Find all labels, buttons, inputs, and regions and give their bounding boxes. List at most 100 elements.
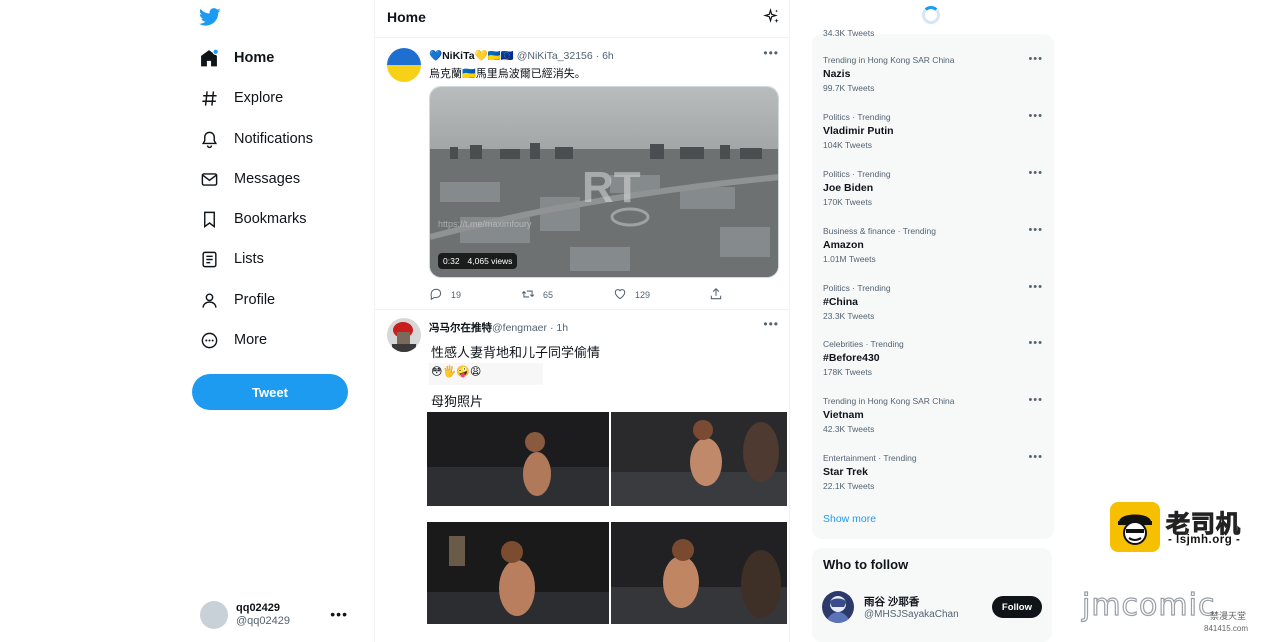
attached-photo[interactable] (611, 522, 787, 624)
sidebar-item-label: Explore (234, 90, 284, 106)
reply-count: 19 (451, 290, 462, 300)
page-title: Home (387, 9, 426, 25)
more-dots-icon[interactable]: ••• (763, 46, 779, 60)
more-dots-icon[interactable]: ••• (1028, 451, 1043, 463)
envelope-icon (198, 168, 220, 190)
watermark-jmcomic: jmcomic 禁漫天堂 841415.com (1081, 587, 1278, 640)
trend-count: 104K Tweets (823, 140, 872, 150)
reply-button[interactable]: 19 (429, 287, 461, 303)
handle[interactable]: @fengmaer (492, 322, 547, 334)
account-switcher[interactable]: qq02429 @qq02429 ••• (200, 600, 360, 630)
display-name[interactable]: 冯马尔在推特 (429, 322, 492, 334)
more-dots-icon[interactable]: ••• (1028, 167, 1043, 179)
sidebar-item-label: Notifications (234, 131, 313, 147)
attached-photo[interactable] (427, 522, 609, 624)
attached-photo[interactable] (611, 412, 787, 506)
more-circle-icon (198, 329, 220, 351)
sparkle-icon[interactable] (763, 8, 781, 26)
avatar[interactable] (387, 318, 421, 352)
loading-spinner-icon (922, 6, 940, 24)
display-name[interactable]: 💙NiKiTa💛🇺🇦🇪🇺 (429, 50, 514, 62)
follow-button[interactable]: Follow (991, 596, 1042, 618)
avatar[interactable] (387, 48, 421, 82)
tweet-text: 烏克蘭🇺🇦馬里烏波爾已經消失。 (429, 68, 586, 80)
list-icon (198, 248, 220, 270)
like-count: 129 (635, 290, 651, 300)
trend-name: #China (823, 296, 859, 308)
emoji-line: 😳🖐️🤪😩 (429, 363, 543, 385)
trend-name: Vladimir Putin (823, 125, 894, 137)
section-title: Who to follow (823, 557, 909, 572)
left-sidebar: Home Explore Notifications Messages Book… (190, 0, 370, 642)
more-dots-icon[interactable]: ••• (1028, 53, 1043, 65)
timestamp[interactable]: 6h (602, 50, 614, 62)
account-handle: @qq02429 (236, 615, 290, 627)
trend-count: 23.3K Tweets (823, 311, 875, 321)
more-dots-icon[interactable]: ••• (1028, 337, 1043, 349)
sidebar-item-explore[interactable]: Explore (198, 81, 283, 115)
trend-item[interactable]: Trending in Hong Kong SAR China Nazis 99… (823, 53, 1043, 93)
tweet-actions: 19 65 129 (429, 287, 729, 303)
home-timeline: 💙NiKiTa💛🇺🇦🇪🇺 @NiKiTa_32156 · 6h ••• 烏克蘭🇺… (374, 0, 790, 642)
tweet-text-2: 母狗照片 (431, 394, 484, 409)
sidebar-item-lists[interactable]: Lists (198, 242, 264, 276)
sidebar-item-label: Home (234, 50, 275, 66)
video-views: 4,065 views (467, 256, 513, 266)
trend-count: 178K Tweets (823, 367, 872, 377)
share-icon (709, 287, 723, 303)
sidebar-item-notifications[interactable]: Notifications (198, 122, 313, 156)
follow-suggestion[interactable]: 雨谷 沙耶香 @MHSJSayakaChan Follow (822, 588, 1042, 624)
trend-item[interactable]: Politics · Trending Vladimir Putin 104K … (823, 110, 1043, 150)
trend-item[interactable]: Business & finance · Trending Amazon 1.0… (823, 224, 1043, 264)
account-name: qq02429 (236, 602, 281, 614)
trend-item[interactable]: Politics · Trending #China 23.3K Tweets … (823, 281, 1043, 321)
hashtag-icon (198, 87, 220, 109)
trend-item[interactable]: Celebrities · Trending #Before430 178K T… (823, 337, 1043, 377)
trend-count: 170K Tweets (823, 197, 872, 207)
app-root: Home Explore Notifications Messages Book… (0, 0, 1280, 642)
more-dots-icon[interactable]: ••• (763, 317, 779, 331)
avatar[interactable] (822, 591, 854, 623)
trend-context: Politics · Trending (823, 169, 891, 179)
suggested-user-handle[interactable]: @MHSJSayakaChan (864, 609, 959, 620)
heart-icon (613, 287, 627, 303)
more-dots-icon[interactable]: ••• (330, 606, 348, 622)
right-sidebar: 34.3K Tweets Trending in Hong Kong SAR C… (812, 0, 1054, 642)
more-dots-icon[interactable]: ••• (1028, 224, 1043, 236)
handle[interactable]: @NiKiTa_32156 (517, 50, 593, 62)
sidebar-item-bookmarks[interactable]: Bookmarks (198, 202, 307, 236)
share-button[interactable] (709, 287, 723, 303)
trend-name: Amazon (823, 239, 864, 251)
suggested-user-name[interactable]: 雨谷 沙耶香 (864, 594, 919, 609)
trend-count: 99.7K Tweets (823, 83, 875, 93)
more-dots-icon[interactable]: ••• (1028, 110, 1043, 122)
bell-icon (198, 128, 220, 150)
sidebar-item-label: Profile (234, 292, 276, 308)
tweet[interactable]: 💙NiKiTa💛🇺🇦🇪🇺 @NiKiTa_32156 · 6h ••• 烏克蘭🇺… (375, 38, 789, 310)
driver-face-icon (1110, 502, 1160, 552)
sidebar-item-home[interactable]: Home (198, 41, 274, 75)
who-to-follow-panel: Who to follow 雨谷 沙耶香 @MHSJSayakaChan Fol… (812, 548, 1052, 642)
trend-name: Nazis (823, 68, 851, 80)
attached-photo[interactable] (427, 412, 609, 506)
sidebar-item-messages[interactable]: Messages (198, 162, 300, 196)
twitter-bird-icon[interactable] (198, 6, 221, 28)
timestamp[interactable]: 1h (556, 322, 568, 334)
sidebar-item-more[interactable]: More (198, 323, 267, 357)
trend-context: Politics · Trending (823, 112, 891, 122)
show-more-link[interactable]: Show more (823, 513, 876, 525)
more-dots-icon[interactable]: ••• (1028, 281, 1043, 293)
city-aerial-image: RT https://t.me/maximfoury (430, 87, 778, 277)
like-button[interactable]: 129 (613, 287, 650, 303)
video-player[interactable]: RT https://t.me/maximfoury 0:32 4,065 vi… (429, 86, 779, 278)
tweet[interactable]: 冯马尔在推特@fengmaer · 1h ••• 性感人妻背地和儿子同学偷情 😳… (375, 310, 789, 642)
tweet-button[interactable]: Tweet (192, 374, 348, 410)
more-dots-icon[interactable]: ••• (1028, 394, 1043, 406)
trend-context: Trending in Hong Kong SAR China (823, 396, 955, 406)
trend-item[interactable]: Entertainment · Trending Star Trek 22.1K… (823, 451, 1043, 491)
watermark-domain: - lsjmh.org - (1168, 534, 1241, 546)
trend-item[interactable]: Politics · Trending Joe Biden 170K Tweet… (823, 167, 1043, 207)
trend-item[interactable]: Trending in Hong Kong SAR China Vietnam … (823, 394, 1043, 434)
sidebar-item-profile[interactable]: Profile (198, 283, 275, 317)
retweet-button[interactable]: 65 (521, 287, 553, 303)
